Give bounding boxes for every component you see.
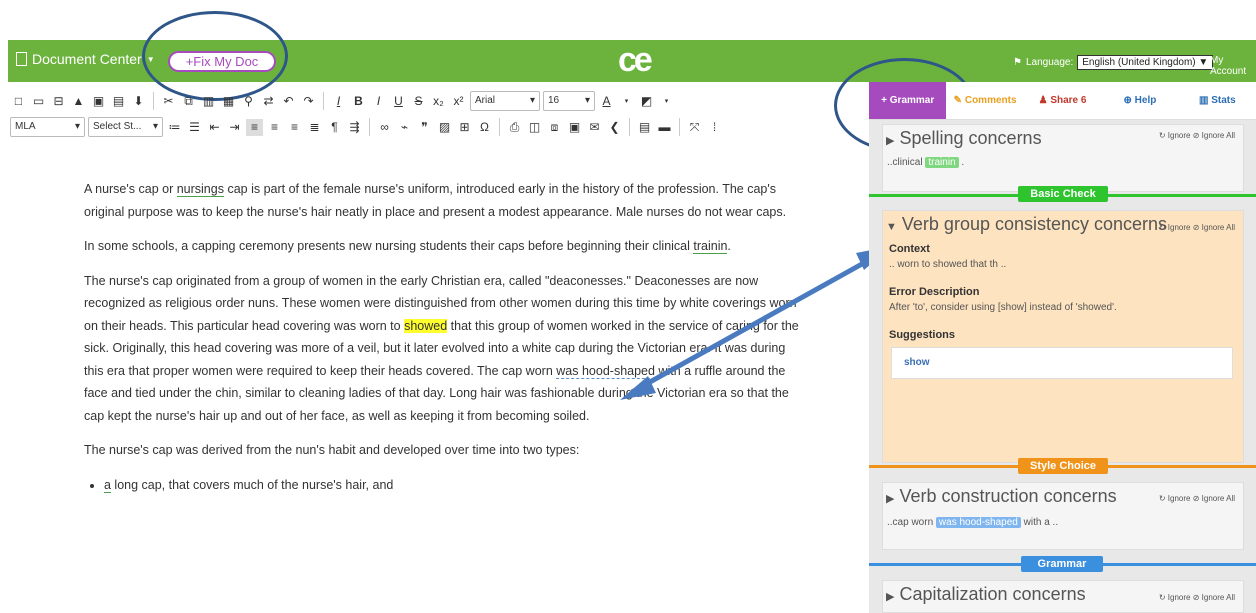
card-snippet: ..clinical trainin .: [887, 157, 965, 168]
collapse-arrow-icon: ▼: [886, 221, 897, 233]
category-style-choice: Style Choice: [1018, 458, 1108, 474]
ignore-controls[interactable]: ↻ Ignore ⊘ Ignore All: [1159, 593, 1235, 602]
card-title: Verb construction concerns: [899, 486, 1117, 506]
verb-group-card[interactable]: ▼ Verb group consistency concerns ↻ Igno…: [882, 210, 1244, 463]
capitalization-card[interactable]: ▶ Capitalization concerns ↻ Ignore ⊘ Ign…: [882, 580, 1244, 613]
expand-arrow-icon: ▶: [886, 591, 895, 603]
user-icon: ♟: [1038, 95, 1048, 106]
tab-help[interactable]: ⊕ Help: [1101, 82, 1178, 119]
expand-arrow-icon: ▶: [886, 135, 895, 147]
tab-share[interactable]: ♟ Share 6: [1024, 82, 1101, 119]
card-snippet: ..cap worn was hood-shaped with a ..: [887, 517, 1059, 528]
spelling-card[interactable]: ▶ Spelling concerns ↻ Ignore ⊘ Ignore Al…: [882, 124, 1244, 192]
sidebar-tabs: + Grammar ✎ Comments ♟ Share 6 ⊕ Help ▥ …: [869, 82, 1256, 120]
suggestions-heading: Suggestions: [889, 329, 956, 341]
error-heading: Error Description: [889, 286, 980, 298]
card-title: Capitalization concerns: [899, 584, 1086, 604]
comment-icon: ✎: [953, 95, 963, 106]
ignore-controls[interactable]: ↻ Ignore ⊘ Ignore All: [1159, 131, 1235, 140]
ignore-controls[interactable]: ↻ Ignore ⊘ Ignore All: [1159, 494, 1235, 503]
lifebuoy-icon: ⊕: [1123, 95, 1132, 106]
context-heading: Context: [889, 243, 930, 255]
expand-arrow-icon: ▶: [886, 493, 895, 505]
tab-grammar[interactable]: + Grammar: [869, 82, 947, 119]
suggestion-show[interactable]: show: [891, 347, 1233, 379]
chart-icon: ▥: [1198, 95, 1209, 106]
category-basic-check: Basic Check: [1018, 186, 1108, 202]
error-text: After 'to', consider using [show] instea…: [889, 302, 1117, 313]
category-grammar: Grammar: [1021, 556, 1103, 572]
verb-construction-card[interactable]: ▶ Verb construction concerns ↻ Ignore ⊘ …: [882, 482, 1244, 550]
grammar-sidebar: + Grammar ✎ Comments ♟ Share 6 ⊕ Help ▥ …: [869, 82, 1256, 613]
card-title: Spelling concerns: [899, 128, 1042, 148]
ignore-controls[interactable]: ↻ Ignore ⊘ Ignore All: [1159, 223, 1235, 232]
tab-comments[interactable]: ✎ Comments: [946, 82, 1023, 119]
tab-stats[interactable]: ▥ Stats: [1179, 82, 1256, 119]
card-title: Verb group consistency concerns: [901, 214, 1168, 234]
context-text: .. worn to showed that th ..: [889, 259, 1007, 270]
